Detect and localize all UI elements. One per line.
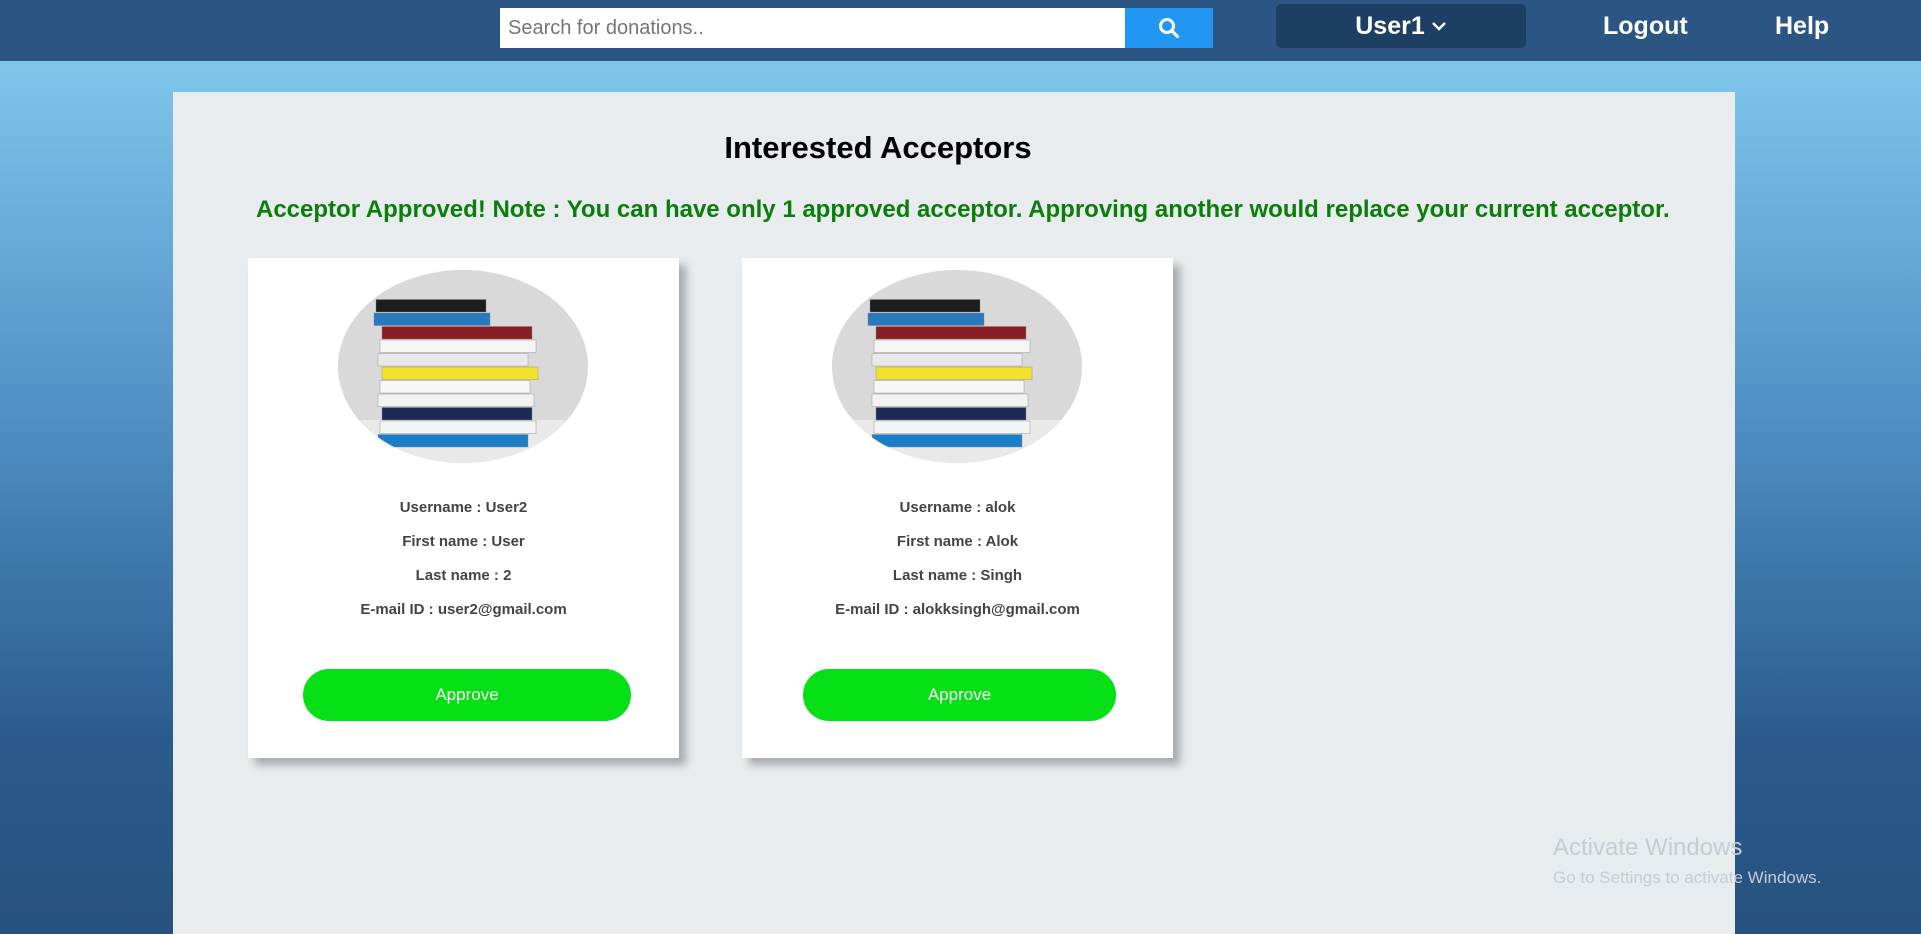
acceptor-card: Username : User2 First name : User Last … [248, 258, 679, 758]
book-spine [875, 326, 1027, 340]
book-spine [377, 434, 529, 448]
watermark-title: Activate Windows [1553, 834, 1743, 861]
approve-button[interactable]: Approve [803, 669, 1116, 721]
book-spine [871, 353, 1023, 367]
help-link[interactable]: Help [1775, 12, 1829, 41]
book-spine [871, 393, 1029, 407]
book-spine [373, 312, 491, 326]
logout-link[interactable]: Logout [1603, 12, 1688, 41]
search-icon [1159, 18, 1180, 39]
top-navbar: User1 Logout Help [0, 0, 1921, 61]
acceptor-avatar [338, 270, 588, 463]
book-spine [381, 366, 539, 380]
search-input[interactable] [500, 8, 1125, 48]
book-spine [377, 353, 529, 367]
approval-status-message: Acceptor Approved! Note : You can have o… [256, 196, 1670, 223]
acceptor-first-name: First name : User [402, 533, 525, 550]
book-spine [875, 366, 1033, 380]
book-spine [379, 380, 531, 394]
book-spine [869, 299, 981, 313]
book-spine [871, 434, 1023, 448]
acceptor-last-name: Last name : Singh [892, 567, 1023, 584]
book-stack-image [832, 270, 1082, 463]
approve-button[interactable]: Approve [303, 669, 631, 721]
book-spine [873, 339, 1031, 353]
search-button[interactable] [1125, 8, 1213, 48]
acceptor-email: E-mail ID : user2@gmail.com [360, 601, 567, 618]
book-spine [379, 339, 537, 353]
page-title: Interested Acceptors [724, 130, 1032, 165]
main-panel: Interested Acceptors Acceptor Approved! … [173, 92, 1735, 934]
book-spine [381, 407, 533, 421]
book-spine [375, 299, 487, 313]
user-menu-dropdown[interactable]: User1 [1276, 4, 1526, 48]
book-spine [873, 420, 1031, 434]
chevron-down-icon [1431, 22, 1446, 31]
watermark-subtitle: Go to Settings to activate Windows. [1553, 868, 1822, 887]
book-spine [377, 393, 535, 407]
book-spine [381, 326, 533, 340]
book-stack-image [338, 270, 588, 463]
acceptor-last-name: Last name : 2 [415, 567, 512, 584]
acceptor-card: Username : alok First name : Alok Last n… [742, 258, 1173, 758]
acceptor-avatar [832, 270, 1082, 463]
acceptor-username: Username : User2 [399, 499, 528, 516]
book-spine [867, 312, 985, 326]
acceptor-username: Username : alok [899, 499, 1016, 516]
book-spine [875, 407, 1027, 421]
acceptor-email: E-mail ID : alokksingh@gmail.com [835, 601, 1080, 618]
activate-windows-watermark: Activate Windows Go to Settings to activ… [1553, 834, 1821, 888]
book-spine [379, 420, 537, 434]
book-spine [873, 380, 1025, 394]
acceptor-first-name: First name : Alok [896, 533, 1019, 550]
user-name: User1 [1355, 11, 1425, 40]
